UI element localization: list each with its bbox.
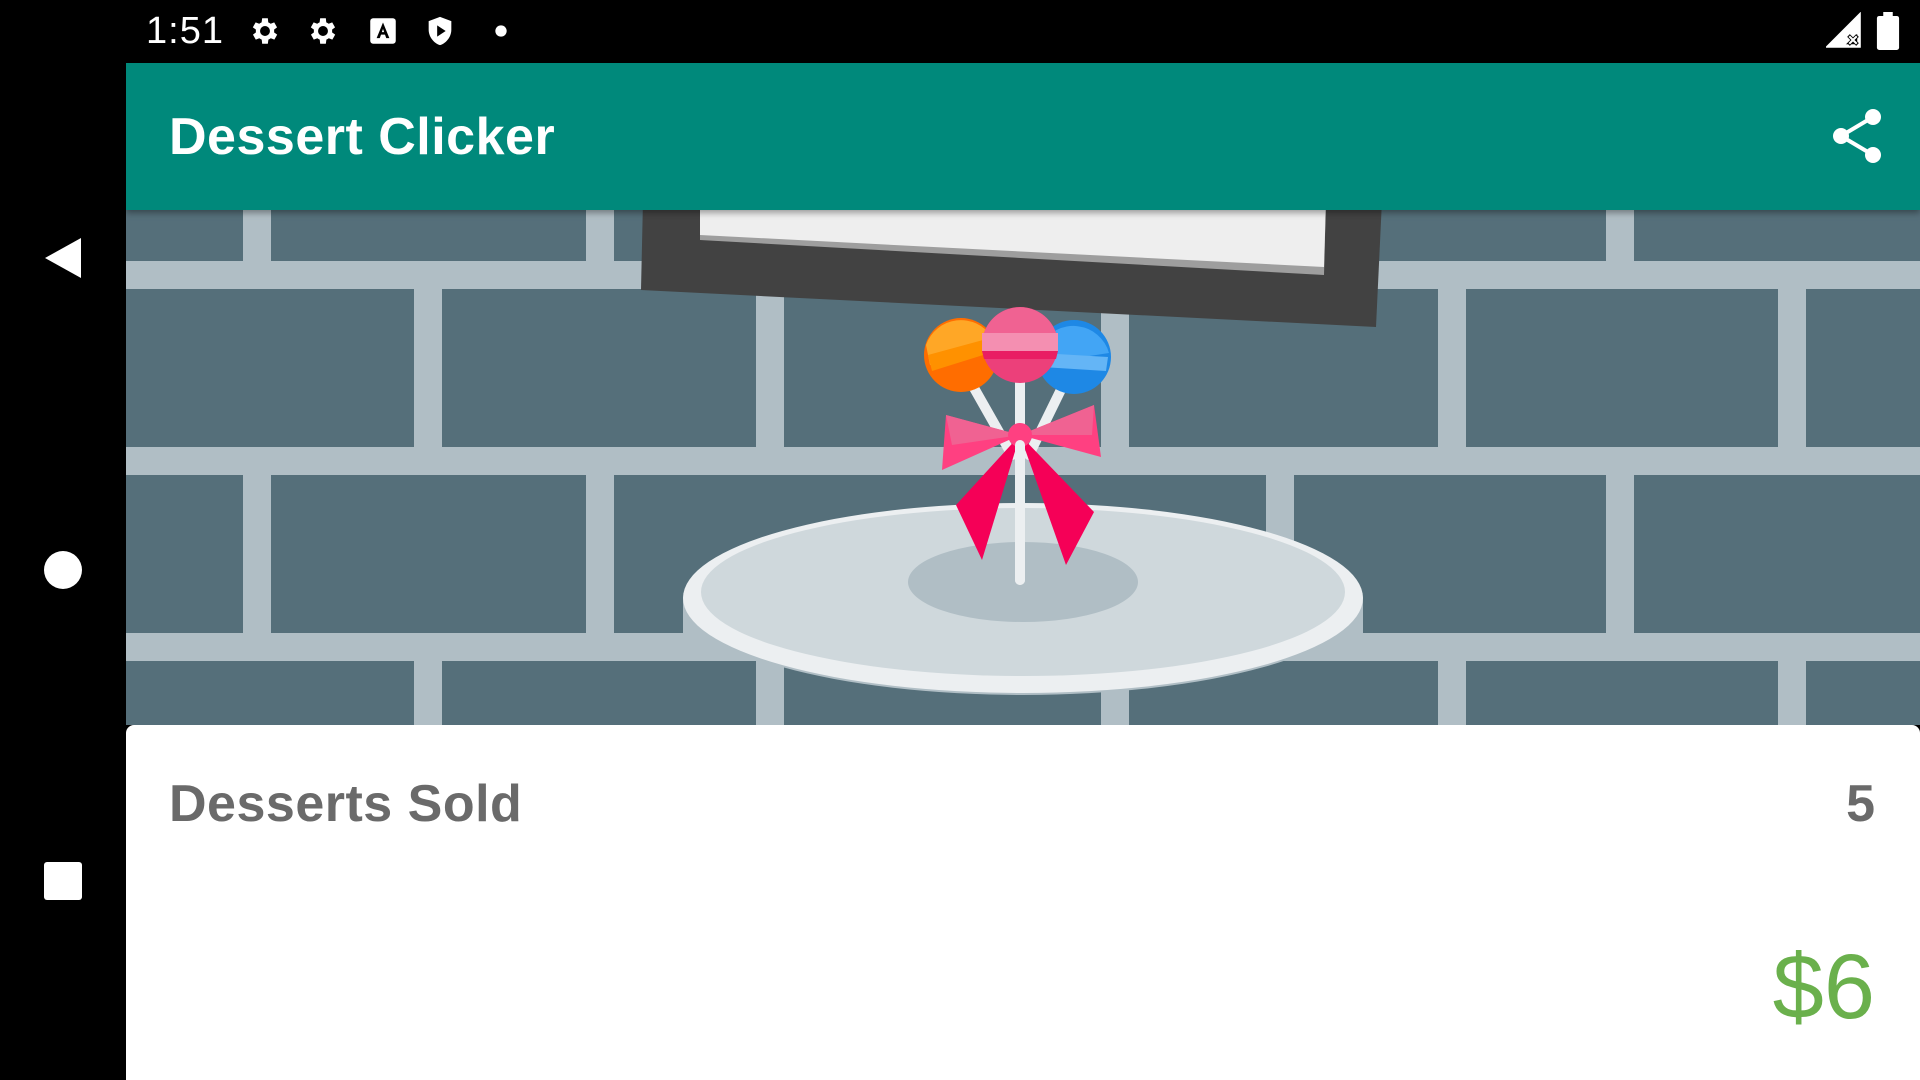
desserts-sold-count: 5 xyxy=(1846,775,1875,833)
status-time: 1:51 xyxy=(146,10,224,52)
recents-square-icon xyxy=(44,862,82,900)
battery-icon xyxy=(1876,12,1900,50)
back-button[interactable] xyxy=(33,228,93,288)
home-circle-icon xyxy=(44,551,82,589)
recents-button[interactable] xyxy=(33,851,93,911)
share-icon xyxy=(1833,109,1881,163)
sales-card: Desserts Sold 5 $6 xyxy=(126,725,1920,1080)
signal-no-data-icon xyxy=(1826,12,1861,48)
status-bar: 1:51 xyxy=(0,0,1920,63)
lollipop-icon[interactable] xyxy=(916,305,1136,625)
a-badge-icon xyxy=(370,18,396,44)
dot-icon xyxy=(495,25,507,37)
app-bar: Dessert Clicker xyxy=(126,63,1920,210)
navigation-bar xyxy=(0,63,126,1080)
dessert-scene xyxy=(126,210,1920,725)
home-button[interactable] xyxy=(33,540,93,600)
gear-icon xyxy=(310,18,336,44)
back-triangle-icon xyxy=(45,238,81,278)
desserts-sold-label: Desserts Sold xyxy=(169,775,523,833)
shield-play-icon xyxy=(428,16,452,46)
app-title: Dessert Clicker xyxy=(169,108,556,166)
gear-icon xyxy=(252,18,278,44)
revenue-amount: $6 xyxy=(1772,936,1875,1038)
share-button[interactable] xyxy=(1824,103,1890,169)
